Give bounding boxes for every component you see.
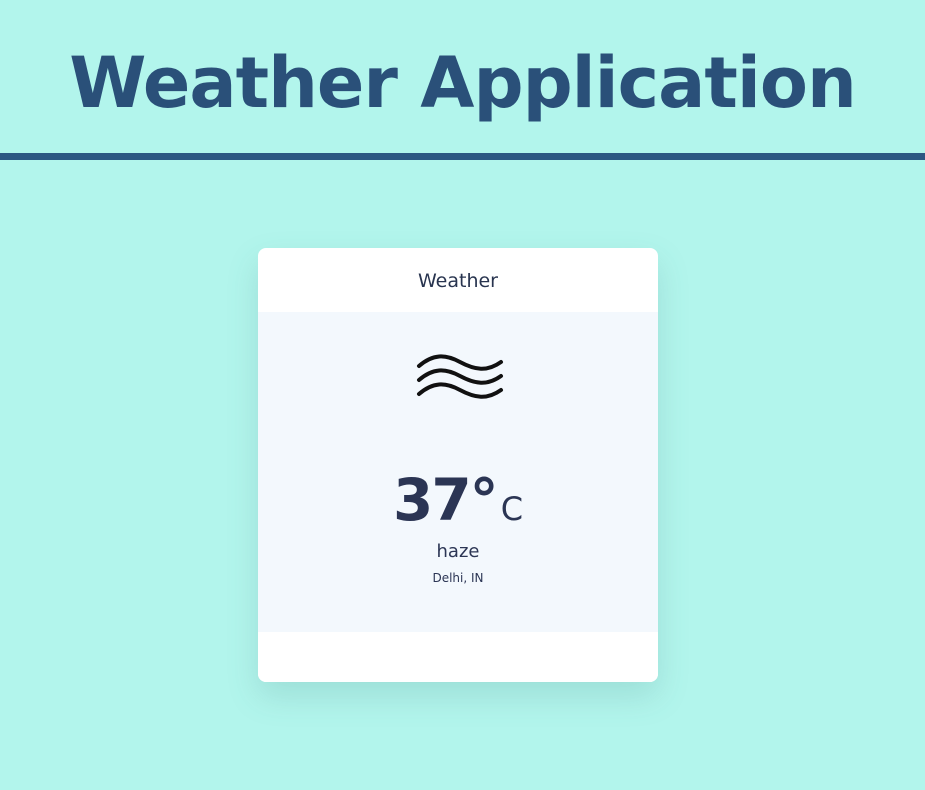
temperature-value: 37° (392, 466, 499, 534)
weather-location: Delhi, IN (432, 571, 484, 585)
temperature-unit: C (500, 490, 524, 528)
card-footer (258, 632, 658, 682)
app-header: Weather Application (0, 0, 925, 153)
app-title: Weather Application (69, 42, 857, 124)
weather-card: Weather 37° C haze Delhi, IN (258, 248, 658, 682)
card-header: Weather (418, 270, 498, 292)
temperature-display: 37° C (258, 467, 658, 533)
card-body: 37° C haze Delhi, IN (258, 312, 658, 632)
weather-condition: haze (436, 541, 480, 562)
header-divider (0, 153, 925, 160)
haze-wind-icon (417, 354, 503, 399)
